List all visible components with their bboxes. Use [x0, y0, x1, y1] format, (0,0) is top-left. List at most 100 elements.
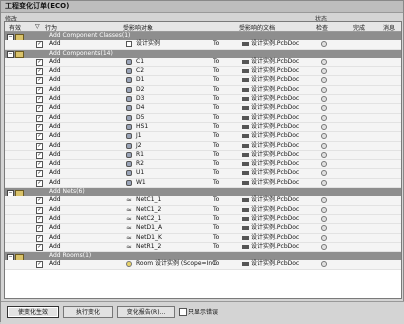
- affected-object-cell: D5: [136, 113, 145, 121]
- enable-checkbox[interactable]: ✓: [36, 197, 43, 205]
- enable-checkbox[interactable]: ✓: [36, 161, 43, 169]
- table-row[interactable]: ✓ Add J2 To 设计实例.PcbDoc: [5, 141, 401, 151]
- table-row[interactable]: ✓ Add ≈ NetD1_K To 设计实例.PcbDoc: [5, 233, 401, 243]
- report-changes-button[interactable]: 变化报告(R)...: [117, 306, 175, 318]
- col-affected-doc[interactable]: 受影响的文档: [239, 23, 275, 32]
- table-row[interactable]: ✓ Add D4 To 设计实例.PcbDoc: [5, 104, 401, 114]
- group-row-nets[interactable]: − Add Nets(6): [5, 188, 401, 197]
- col-affected-object[interactable]: 受影响对象: [123, 23, 153, 32]
- room-icon: [126, 261, 132, 268]
- enable-checkbox[interactable]: ✓: [36, 41, 43, 49]
- check-status-icon: [321, 123, 327, 130]
- to-cell: To: [213, 260, 220, 268]
- enable-checkbox[interactable]: ✓: [36, 96, 43, 104]
- table-row[interactable]: ✓ Add R1 To 设计实例.PcbDoc: [5, 150, 401, 161]
- affected-object-cell: D4: [136, 104, 145, 112]
- col-action[interactable]: 行为: [45, 23, 57, 32]
- enable-checkbox[interactable]: ✓: [36, 243, 43, 251]
- affected-document-cell: 设计实例.PcbDoc: [251, 233, 300, 241]
- check-status-icon: [321, 234, 327, 241]
- table-row[interactable]: ✓ Add U1 To 设计实例.PcbDoc: [5, 169, 401, 179]
- affected-document-cell: 设计实例.PcbDoc: [251, 141, 300, 149]
- pcb-document-icon: [242, 180, 249, 185]
- net-icon: ≈: [126, 242, 132, 251]
- table-row[interactable]: ✓ Add HS1 To 设计实例.PcbDoc: [5, 122, 401, 133]
- enable-checkbox[interactable]: ✓: [36, 114, 43, 122]
- enable-checkbox[interactable]: ✓: [36, 133, 43, 141]
- enable-checkbox[interactable]: ✓: [36, 234, 43, 242]
- group-row-components[interactable]: − Add Components(14): [5, 49, 401, 59]
- enable-checkbox[interactable]: ✓: [36, 142, 43, 150]
- col-enable[interactable]: 有效: [9, 23, 21, 32]
- enable-checkbox[interactable]: ✓: [36, 105, 43, 113]
- changes-grid[interactable]: 有效 ▽ 行为 受影响对象 受影响的文档 检查 完成 消息 − Add Compo…: [4, 21, 402, 299]
- action-cell: Add: [49, 40, 61, 48]
- table-row[interactable]: ✓ Add D2 To 设计实例.PcbDoc: [5, 85, 401, 96]
- col-check[interactable]: 检查: [316, 23, 328, 32]
- affected-object-cell: R1: [136, 150, 144, 158]
- table-row[interactable]: ✓ Add ≈ NetC1_1 To 设计实例.PcbDoc: [5, 196, 401, 206]
- table-row[interactable]: ✓ Add C1 To 设计实例.PcbDoc: [5, 57, 401, 68]
- check-status-icon: [321, 105, 327, 112]
- filter-icon[interactable]: ▽: [35, 23, 40, 30]
- enable-checkbox[interactable]: ✓: [36, 225, 43, 233]
- execute-changes-button[interactable]: 执行变化: [63, 306, 113, 318]
- enable-checkbox[interactable]: ✓: [36, 123, 43, 131]
- table-row[interactable]: ✓ Add R2 To 设计实例.PcbDoc: [5, 160, 401, 170]
- enable-checkbox[interactable]: ✓: [36, 151, 43, 159]
- bottom-toolbar: 使变化生效 执行变化 变化报告(R)... 只显示错误: [1, 301, 404, 324]
- table-row[interactable]: ✓ Add 设计实例 To 设计实例.PcbDoc: [5, 40, 401, 50]
- action-cell: Add: [49, 141, 61, 149]
- affected-document-cell: 设计实例.PcbDoc: [251, 224, 300, 232]
- net-icon: ≈: [126, 205, 132, 214]
- col-done[interactable]: 完成: [353, 23, 365, 32]
- grid-body: − Add Component Classes(1) ✓ Add 设计实例 To 设计实例.…: [5, 32, 401, 270]
- validate-changes-button[interactable]: 使变化生效: [7, 306, 59, 318]
- enable-checkbox[interactable]: ✓: [36, 86, 43, 94]
- check-status-icon: [321, 151, 327, 158]
- pcb-document-icon: [242, 115, 249, 120]
- table-row[interactable]: ✓ Add ≈ NetR1_2 To 设计实例.PcbDoc: [5, 242, 401, 253]
- enable-checkbox[interactable]: ✓: [36, 179, 43, 187]
- enable-checkbox[interactable]: ✓: [36, 170, 43, 178]
- component-icon: [126, 114, 132, 121]
- pcb-document-icon: [242, 124, 249, 129]
- only-show-errors-checkbox[interactable]: [179, 308, 187, 316]
- table-row[interactable]: ✓ Add D5 To 设计实例.PcbDoc: [5, 113, 401, 123]
- table-row[interactable]: ✓ Add D1 To 设计实例.PcbDoc: [5, 76, 401, 86]
- to-cell: To: [213, 196, 220, 204]
- enable-checkbox[interactable]: ✓: [36, 206, 43, 214]
- pcb-document-icon: [242, 235, 249, 240]
- component-icon: [126, 151, 132, 158]
- table-row[interactable]: ✓ Add ≈ NetC1_2 To 设计实例.PcbDoc: [5, 205, 401, 215]
- check-status-icon: [321, 133, 327, 140]
- enable-checkbox[interactable]: ✓: [36, 68, 43, 76]
- table-row[interactable]: ✓ Add C2 To 设计实例.PcbDoc: [5, 67, 401, 77]
- pcb-document-icon: [242, 97, 249, 102]
- group-label: Add Component Classes(1): [49, 32, 131, 39]
- enable-checkbox[interactable]: ✓: [36, 261, 43, 269]
- to-cell: To: [213, 40, 220, 48]
- to-cell: To: [213, 214, 220, 222]
- to-cell: To: [213, 205, 220, 213]
- table-row[interactable]: ✓ Add ≈ NetC2_1 To 设计实例.PcbDoc: [5, 214, 401, 225]
- window-title: 工程变化订单(ECO): [1, 1, 403, 13]
- group-label: Add Nets(6): [49, 188, 85, 196]
- affected-object-cell: D3: [136, 95, 145, 103]
- table-row[interactable]: ✓ Add Room 设计实例 (Scope=InC To 设计实例.PcbDoc: [5, 260, 401, 270]
- enable-checkbox[interactable]: ✓: [36, 215, 43, 223]
- affected-object-cell: R2: [136, 160, 144, 168]
- action-cell: Add: [49, 113, 61, 121]
- pcb-document-icon: [242, 244, 249, 249]
- enable-checkbox[interactable]: ✓: [36, 77, 43, 85]
- component-icon: [126, 133, 132, 140]
- enable-checkbox[interactable]: ✓: [36, 58, 43, 66]
- table-row[interactable]: ✓ Add W1 To 设计实例.PcbDoc: [5, 178, 401, 189]
- group-row-classes[interactable]: − Add Component Classes(1): [5, 32, 401, 41]
- table-row[interactable]: ✓ Add J1 To 设计实例.PcbDoc: [5, 132, 401, 142]
- check-status-icon: [321, 114, 327, 121]
- table-row[interactable]: ✓ Add ≈ NetD1_A To 设计实例.PcbDoc: [5, 224, 401, 234]
- affected-object-cell: C2: [136, 67, 145, 75]
- table-row[interactable]: ✓ Add D3 To 设计实例.PcbDoc: [5, 95, 401, 105]
- col-message[interactable]: 消息: [383, 23, 395, 32]
